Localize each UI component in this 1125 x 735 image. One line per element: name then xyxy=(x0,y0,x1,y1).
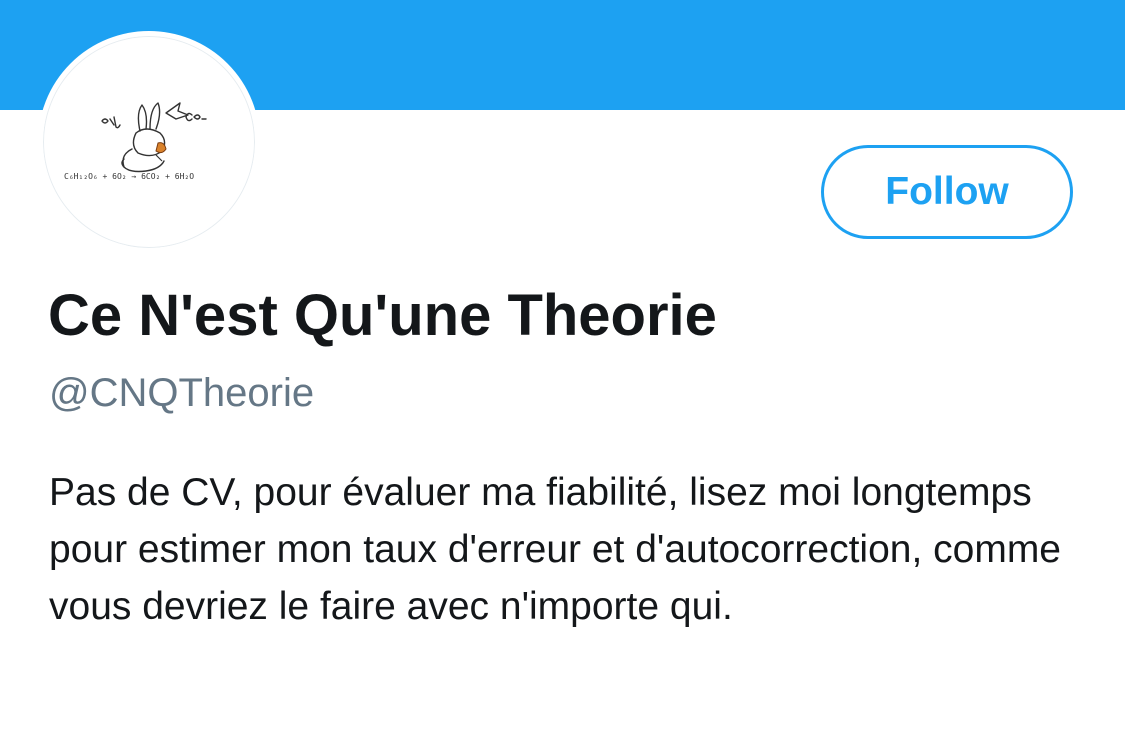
avatar[interactable]: C₆H₁₂O₆ + 6O₂ → 6CO₂ + 6H₂O xyxy=(38,31,260,253)
profile-bio: Pas de CV, pour évaluer ma fiabilité, li… xyxy=(49,471,1062,628)
rabbit-sketch-icon: C₆H₁₂O₆ + 6O₂ → 6CO₂ + 6H₂O xyxy=(64,102,207,181)
profile-handle: @CNQTheorie xyxy=(49,371,315,415)
avatar-image: C₆H₁₂O₆ + 6O₂ → 6CO₂ + 6H₂O xyxy=(43,36,255,248)
svg-text:C₆H₁₂O₆ + 6O₂ → 6CO₂ + 6H₂O: C₆H₁₂O₆ + 6O₂ → 6CO₂ + 6H₂O xyxy=(64,172,194,181)
follow-button[interactable]: Follow xyxy=(821,145,1073,239)
profile-display-name: Ce N'est Qu'une Theorie xyxy=(48,283,717,348)
